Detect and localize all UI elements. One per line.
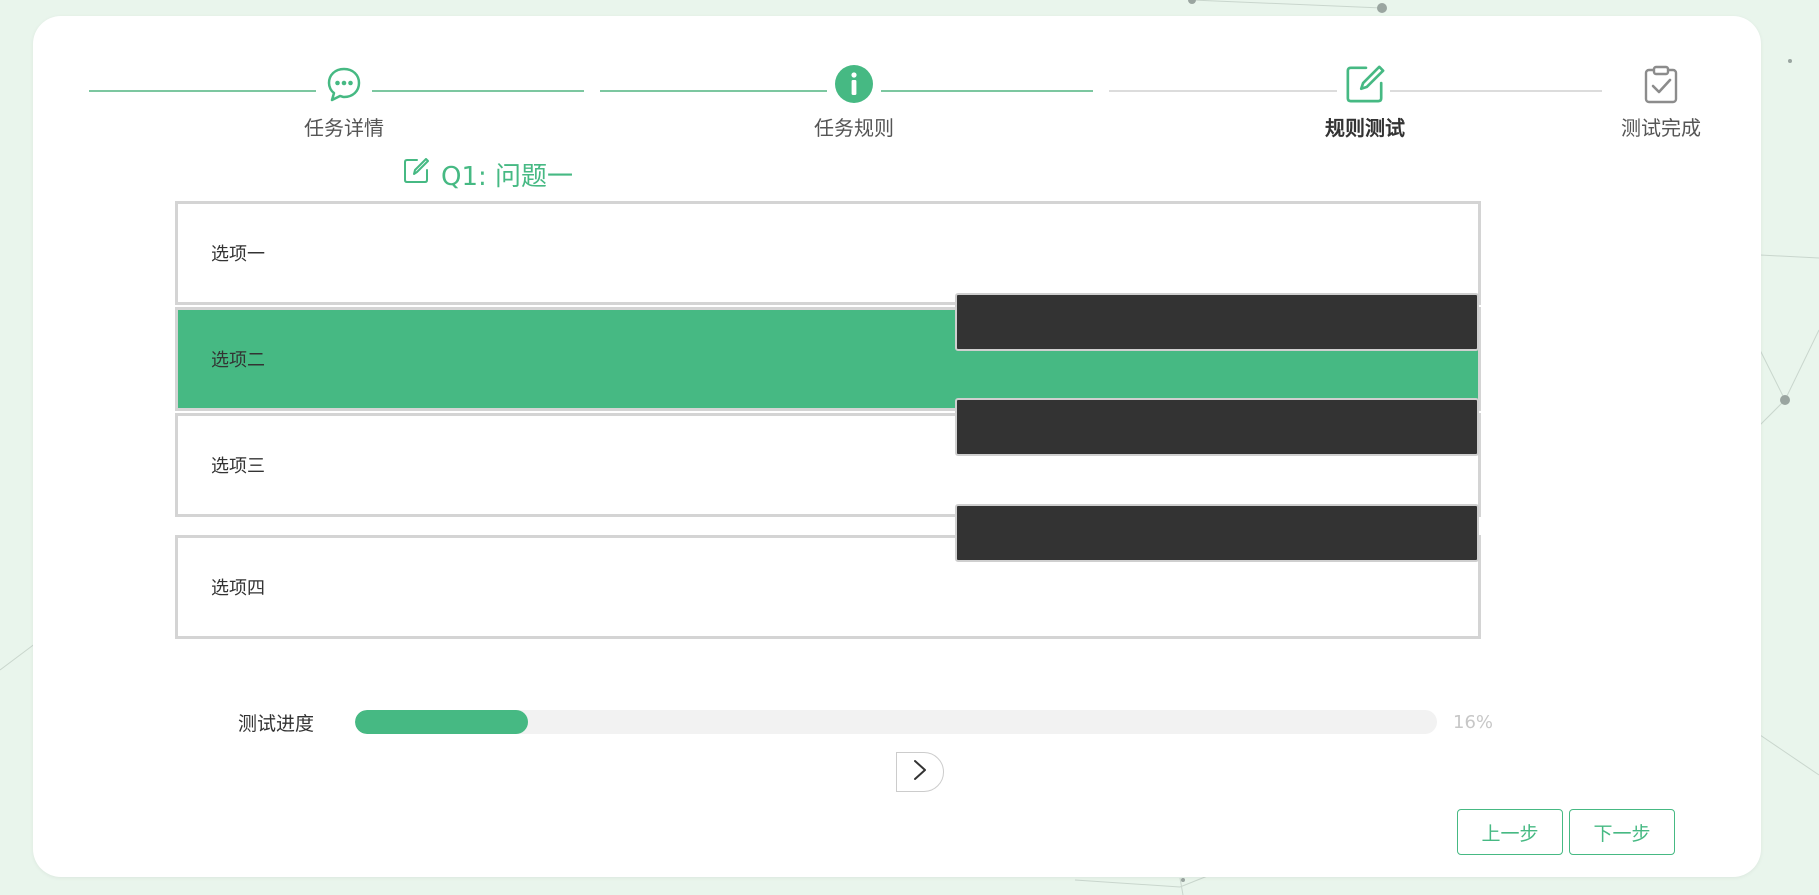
next-step-button[interactable]: 下一步 [1569, 809, 1675, 855]
progress-percent: 16% [1453, 712, 1494, 733]
option-label: 选项二 [211, 350, 265, 371]
options-list: 选项一 选项二 选项三 选项四 [175, 201, 1481, 639]
step-label: 任务详情 [304, 116, 384, 140]
prev-step-button[interactable]: 上一步 [1457, 809, 1563, 855]
edit-icon [1345, 64, 1385, 104]
step-rule-test[interactable]: 规则测试 [1285, 64, 1445, 141]
step-task-rules[interactable]: 任务规则 [774, 64, 934, 141]
step-label: 规则测试 [1325, 116, 1405, 140]
progress-fill [355, 710, 529, 734]
edit-icon [403, 157, 429, 191]
question-text: Q1: 问题一 [441, 161, 574, 192]
redaction-overlay [955, 504, 1479, 562]
progress-label: 测试进度 [238, 713, 315, 735]
chevron-right-icon [912, 758, 928, 786]
step-label: 任务规则 [814, 116, 894, 140]
stepper: 任务详情 任务规则 规则测试 测试完成 [33, 16, 1761, 156]
redaction-overlay [955, 293, 1479, 351]
progress-track [355, 710, 1437, 734]
option-1[interactable]: 选项一 [175, 201, 1481, 305]
chat-bubble-icon [324, 64, 364, 104]
option-label: 选项四 [211, 578, 265, 599]
step-label: 测试完成 [1621, 116, 1701, 140]
step-test-complete[interactable]: 测试完成 [1581, 64, 1741, 141]
question-title: Q1: 问题一 [403, 156, 573, 192]
redaction-overlay [955, 398, 1479, 456]
option-label: 选项一 [211, 244, 265, 265]
clipboard-check-icon [1641, 64, 1681, 104]
info-icon [834, 64, 874, 104]
option-label: 选项三 [211, 456, 265, 477]
main-card: 任务详情 任务规则 规则测试 测试完成 Q1: 问题一 选项一 选项二 选项三 … [33, 16, 1761, 877]
step-task-details[interactable]: 任务详情 [264, 64, 424, 141]
next-question-button[interactable] [896, 752, 944, 792]
